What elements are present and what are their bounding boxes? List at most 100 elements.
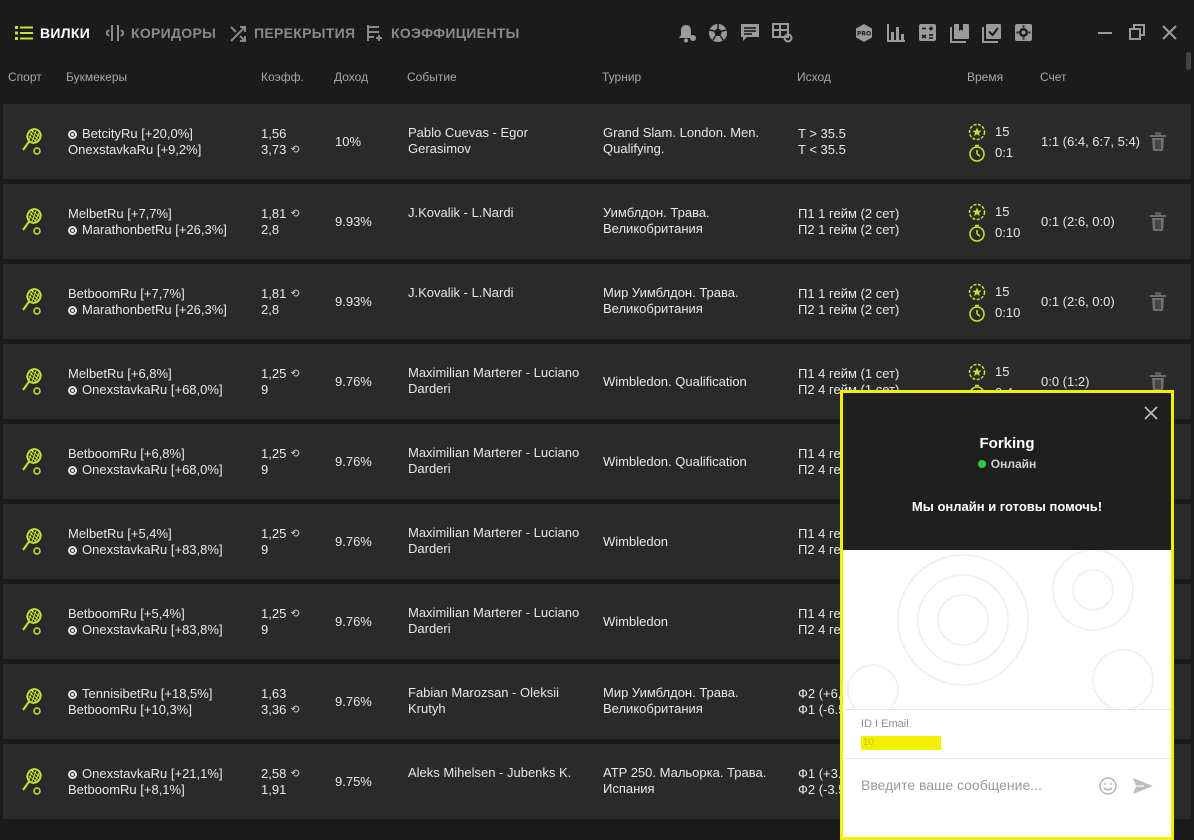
time-elapsed: 0:10 xyxy=(995,304,1021,320)
tab-odds[interactable]: КОЭФФИЦИЕНТЫ xyxy=(366,22,520,44)
bookmakers-cell[interactable]: BetboomRu [+7,7%] MarathonbetRu [+26,3%] xyxy=(68,286,258,318)
tab-overlaps[interactable]: ПЕРЕКРЫТИЯ xyxy=(230,22,355,44)
refresh-icon: ⟲ xyxy=(290,368,300,380)
event-cell: J.Kovalik - L.Nardi xyxy=(408,205,598,221)
emoji-icon[interactable] xyxy=(1098,776,1118,796)
bookmaker-2: BetboomRu [+8,1%] xyxy=(68,782,185,797)
minimize-icon[interactable] xyxy=(1096,23,1118,43)
bookmakers-cell[interactable]: TennisibetRu [+18,5%] BetboomRu [+10,3%] xyxy=(68,686,258,718)
checkbox-icon[interactable] xyxy=(982,23,1004,43)
odds-2: 3,36 xyxy=(261,702,287,717)
event-line-1: Maximilian Marterer - Luciano xyxy=(408,605,580,620)
bookmaker-1: BetcityRu [+20,0%] xyxy=(82,126,193,141)
selected-radio-icon xyxy=(68,225,77,235)
settings-icon[interactable] xyxy=(1014,23,1036,43)
odds-cell[interactable]: 2,58 ⟲ 1,91 xyxy=(261,766,331,798)
selected-radio-icon xyxy=(68,625,77,635)
chat-message-input[interactable]: Введите ваше сообщение... xyxy=(843,760,1171,837)
event-cell: Maximilian Marterer - Luciano Darderi xyxy=(408,365,598,397)
event-cell: Maximilian Marterer - Luciano Darderi xyxy=(408,525,598,557)
header-event[interactable]: Событие xyxy=(407,70,457,84)
trash-icon[interactable] xyxy=(1149,292,1167,312)
bookmakers-cell[interactable]: MelbetRu [+6,8%] OnexstavkaRu [+68,0%] xyxy=(68,366,258,398)
event-line-1: Maximilian Marterer - Luciano xyxy=(408,445,580,460)
chat-close-icon[interactable] xyxy=(1143,405,1159,421)
header-score[interactable]: Счет xyxy=(1040,70,1067,84)
event-line-2: Darderi xyxy=(408,621,451,636)
odds-cell[interactable]: 1,25 ⟲ 9 xyxy=(261,526,331,558)
bookmakers-cell[interactable]: MelbetRu [+5,4%] OnexstavkaRu [+83,8%] xyxy=(68,526,258,558)
close-icon[interactable] xyxy=(1160,23,1182,43)
pro-icon[interactable]: PRO xyxy=(854,23,876,43)
message-icon[interactable] xyxy=(740,23,762,43)
odds-1: 1,25 xyxy=(261,606,287,621)
chat-background-pattern-icon xyxy=(847,550,1154,708)
event-cell: Aleks Mihelsen - Jubenks K. xyxy=(408,765,598,781)
calculator-settings-icon[interactable] xyxy=(772,23,794,43)
header-income[interactable]: Доход xyxy=(334,70,368,84)
crossing-icon xyxy=(230,25,247,42)
selected-radio-icon xyxy=(68,129,77,139)
time-elapsed: 0:10 xyxy=(995,224,1021,240)
income-cell: 9.76% xyxy=(335,534,372,549)
ball-icon[interactable] xyxy=(708,23,730,43)
tab-forks[interactable]: ВИЛКИ xyxy=(15,22,90,44)
tab-corridors[interactable]: КОРИДОРЫ xyxy=(106,22,216,44)
score-cell: 0:1 (2:6, 0:0) xyxy=(1041,294,1115,309)
trash-icon[interactable] xyxy=(1149,132,1167,152)
send-icon[interactable] xyxy=(1132,776,1154,796)
bell-icon[interactable] xyxy=(676,23,698,43)
header-outcome[interactable]: Исход xyxy=(797,70,831,84)
trash-icon[interactable] xyxy=(1149,212,1167,232)
calculator-icon[interactable] xyxy=(918,23,940,43)
odds-cell[interactable]: 1,81 ⟲ 2,8 xyxy=(261,206,331,238)
timer-icon xyxy=(968,144,986,162)
bar-chart-icon[interactable] xyxy=(886,23,908,43)
bookmakers-cell[interactable]: BetboomRu [+5,4%] OnexstavkaRu [+83,8%] xyxy=(68,606,258,638)
top-toolbar: ВИЛКИ КОРИДОРЫ ПЕРЕКРЫТИЯ КОЭФФИЦИЕНТЫ P… xyxy=(0,0,1194,62)
header-time[interactable]: Время xyxy=(967,70,1003,84)
chat-id-value[interactable]: 10 xyxy=(861,736,941,750)
bookmakers-cell[interactable]: OnexstavkaRu [+21,1%] BetboomRu [+8,1%] xyxy=(68,766,258,798)
bookmakers-cell[interactable]: MelbetRu [+7,7%] MarathonbetRu [+26,3%] xyxy=(68,206,258,238)
odds-1: 1,25 xyxy=(261,526,287,541)
bookmakers-cell[interactable]: BetcityRu [+20,0%] OnexstavkaRu [+9,2%] xyxy=(68,126,258,158)
tennis-icon xyxy=(21,688,45,716)
header-tournament[interactable]: Турнир xyxy=(602,70,641,84)
chat-status: Онлайн xyxy=(843,457,1171,471)
odds-cell[interactable]: 1,25 ⟲ 9 xyxy=(261,446,331,478)
outcome-1: T > 35.5 xyxy=(798,126,846,141)
header-bookmakers[interactable]: Букмекеры xyxy=(66,70,127,84)
odds-cell[interactable]: 1,63 3,36 ⟲ xyxy=(261,686,331,718)
tennis-icon xyxy=(21,768,45,796)
outcome-2: T < 35.5 xyxy=(798,142,846,157)
tennis-icon xyxy=(21,448,45,476)
time-cell: 15 0:1 xyxy=(968,121,1038,163)
header-odds[interactable]: Коэфф. xyxy=(261,70,304,84)
event-line-1: J.Kovalik - L.Nardi xyxy=(408,285,514,300)
table-row[interactable]: MelbetRu [+7,7%] MarathonbetRu [+26,3%] 1,… xyxy=(3,184,1191,259)
tournament-line-2: Испания xyxy=(603,781,655,796)
chat-id-field[interactable]: ID I Email 10 xyxy=(843,709,1171,759)
table-row[interactable]: BetboomRu [+7,7%] MarathonbetRu [+26,3%] 1… xyxy=(3,264,1191,339)
outcome-cell: П1 1 гейм (2 сет) П2 1 гейм (2 сет) xyxy=(798,206,958,238)
odds-1: 1,63 xyxy=(261,686,287,701)
odds-cell[interactable]: 1,81 ⟲ 2,8 xyxy=(261,286,331,318)
restore-icon[interactable] xyxy=(1128,23,1150,43)
odds-1: 2,58 xyxy=(261,766,287,781)
trash-icon[interactable] xyxy=(1149,372,1167,392)
odds-cell[interactable]: 1,56 3,73 ⟲ xyxy=(261,126,331,158)
odds-cell[interactable]: 1,25 ⟲ 9 xyxy=(261,606,331,638)
tennis-icon xyxy=(21,208,45,236)
bookmarks-icon[interactable] xyxy=(950,23,972,43)
tennis-icon xyxy=(21,368,45,396)
online-status-icon xyxy=(977,460,986,468)
bookmakers-cell[interactable]: BetboomRu [+6,8%] OnexstavkaRu [+68,0%] xyxy=(68,446,258,478)
tournament-line-1: Мир Уимблдон. Трава. xyxy=(603,685,739,700)
outcome-2: П2 1 гейм (2 сет) xyxy=(798,222,900,237)
table-row[interactable]: BetcityRu [+20,0%] OnexstavkaRu [+9,2%] 1,… xyxy=(3,104,1191,179)
odds-cell[interactable]: 1,25 ⟲ 9 xyxy=(261,366,331,398)
outcome-1: П1 4 гейм (1 сет) xyxy=(798,366,900,381)
bookmaker-2: BetboomRu [+10,3%] xyxy=(68,702,192,717)
header-sport[interactable]: Спорт xyxy=(8,70,42,84)
